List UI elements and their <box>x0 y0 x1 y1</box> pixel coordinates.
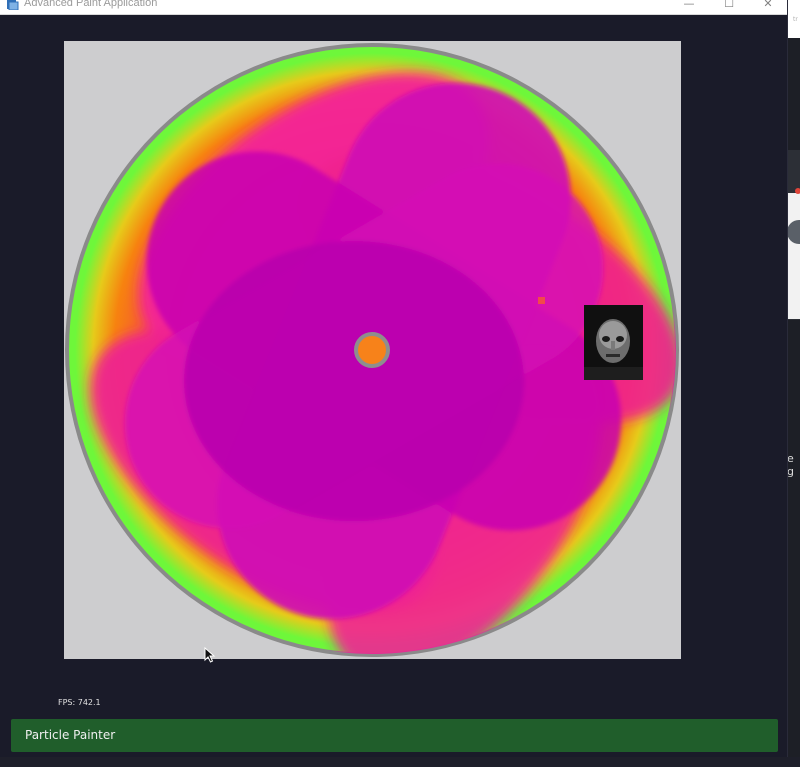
app-icon <box>7 0 19 10</box>
paint-app-window: Advanced Paint Application — ☐ ✕ FPS: 74… <box>0 0 788 767</box>
desktop-tiny-text: tr <box>793 16 798 23</box>
desktop-bottom-strip <box>0 757 800 767</box>
mouse-cursor-icon <box>204 647 216 663</box>
desktop-side-text: e g <box>787 452 794 478</box>
tool-name-label: Particle Painter <box>25 728 116 742</box>
desktop-dark-area <box>787 38 800 767</box>
face-thumbnail <box>584 305 643 380</box>
brush-center-marker <box>354 332 390 368</box>
title-bar[interactable]: Advanced Paint Application — ☐ ✕ <box>0 0 787 15</box>
close-button[interactable]: ✕ <box>746 0 790 13</box>
window-title: Advanced Paint Application <box>24 0 158 9</box>
particle-dot <box>538 297 545 304</box>
minimize-button[interactable]: — <box>667 0 711 13</box>
webcam-preview <box>584 305 643 380</box>
status-bar: Particle Painter <box>11 719 778 752</box>
desktop-record-dot-icon <box>795 188 800 194</box>
fps-counter: FPS: 742.1 <box>58 698 101 707</box>
desktop-white-panel <box>787 193 800 319</box>
maximize-button[interactable]: ☐ <box>707 0 751 13</box>
window-left-edge <box>0 14 3 767</box>
